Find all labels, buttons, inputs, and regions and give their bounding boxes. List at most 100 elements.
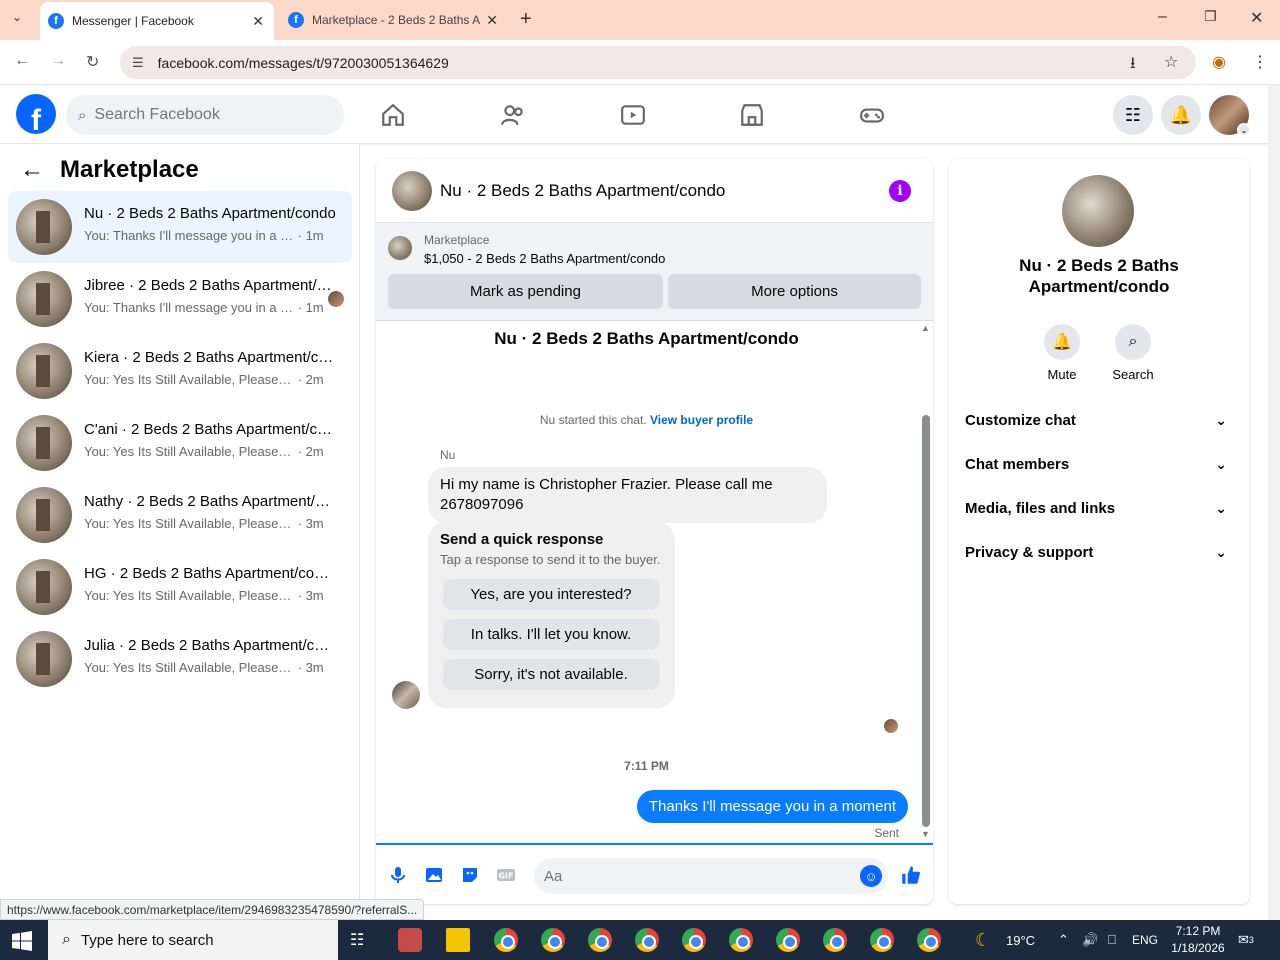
search-action[interactable]: ⌕ Search <box>1103 324 1163 382</box>
emoji-icon[interactable]: ☺ <box>860 865 882 887</box>
friends-icon[interactable] <box>500 102 526 128</box>
close-window-icon[interactable]: ✕ <box>1250 8 1263 28</box>
bookmark-star-icon[interactable]: ☆ <box>1164 52 1178 72</box>
listing-thumbnail[interactable] <box>388 236 412 260</box>
taskbar-search-box[interactable]: ⌕ Type here to search <box>48 920 338 960</box>
back-arrow-icon[interactable]: ← <box>20 156 44 184</box>
scroll-down-icon[interactable]: ▼ <box>921 829 930 839</box>
chrome-app-icon[interactable] <box>729 928 753 952</box>
weather-moon-icon[interactable]: ☾ <box>975 920 991 960</box>
facebook-search-input[interactable] <box>94 106 315 124</box>
scroll-up-icon[interactable]: ▲ <box>921 323 930 333</box>
task-view-icon[interactable]: ☷ <box>350 920 364 960</box>
minimize-icon[interactable]: – <box>1158 8 1167 26</box>
more-options-button[interactable]: More options <box>668 274 921 309</box>
windows-start-icon[interactable] <box>12 931 32 951</box>
conversation-item[interactable]: Nathy · 2 Beds 2 Baths Apartment/condo Yo… <box>8 479 352 551</box>
chrome-app-icon[interactable] <box>870 928 894 952</box>
sender-name: Nu <box>440 448 456 462</box>
forward-arrow-icon[interactable]: → <box>50 52 66 70</box>
marketplace-icon[interactable] <box>739 102 765 128</box>
mute-action[interactable]: 🔔 Mute <box>1032 324 1092 382</box>
conversation-name: Nu · 2 Beds 2 Baths Apartment/condo <box>84 205 336 222</box>
conversation-item[interactable]: Julia · 2 Beds 2 Baths Apartment/condo Yo… <box>8 623 352 695</box>
customize-chat-row[interactable]: Customize chat ⌄ <box>965 402 1233 438</box>
conversation-item[interactable]: C'ani · 2 Beds 2 Baths Apartment/condo Yo… <box>8 407 352 479</box>
omnibox[interactable]: ☰ facebook.com/messages/t/97200300513646… <box>120 46 1196 79</box>
conversation-item[interactable]: Kiera · 2 Beds 2 Baths Apartment/condo Yo… <box>8 335 352 407</box>
gif-icon[interactable]: GIF <box>496 865 516 885</box>
tab-messenger[interactable]: f Messenger | Facebook ✕ <box>40 2 274 40</box>
new-tab-plus-icon[interactable]: + <box>520 8 532 31</box>
gaming-icon[interactable] <box>859 102 885 128</box>
info-icon[interactable]: i <box>889 180 911 202</box>
facebook-logo-icon[interactable]: f <box>16 94 56 134</box>
conversation-item[interactable]: HG · 2 Beds 2 Baths Apartment/condo You: … <box>8 551 352 623</box>
conversation-item[interactable]: Nu · 2 Beds 2 Baths Apartment/condo You: … <box>8 191 352 263</box>
paint-app-icon[interactable] <box>398 928 422 952</box>
site-info-icon[interactable]: ☰ <box>132 55 144 71</box>
buyer-avatar[interactable] <box>392 681 420 709</box>
details-avatar[interactable] <box>1062 175 1134 247</box>
quick-reply-interested[interactable]: Yes, are you interested? <box>443 579 659 610</box>
sticker-icon[interactable] <box>460 865 480 885</box>
temperature[interactable]: 19°C <box>1006 920 1035 960</box>
message-input-box[interactable]: ☺ <box>534 858 888 894</box>
back-arrow-icon[interactable]: ← <box>14 52 30 70</box>
chrome-app-icon[interactable] <box>635 928 659 952</box>
video-icon[interactable] <box>620 102 646 128</box>
language-indicator[interactable]: ENG <box>1132 920 1158 960</box>
chat-header: Nu · 2 Beds 2 Baths Apartment/condo i <box>376 159 933 223</box>
chrome-app-icon[interactable] <box>494 928 518 952</box>
home-icon[interactable] <box>380 102 406 128</box>
quick-reply-in-talks[interactable]: In talks. I'll let you know. <box>443 619 659 650</box>
install-app-icon[interactable]: ⭳ <box>1130 52 1136 79</box>
tab-close-icon[interactable]: ✕ <box>486 12 498 29</box>
thread-scrollbar[interactable]: ▲ ▼ <box>919 321 933 841</box>
conversation-item[interactable]: Jibree · 2 Beds 2 Baths Apartment/condo Y… <box>8 263 352 335</box>
chrome-app-icon[interactable] <box>541 928 565 952</box>
tab-search-chevron-icon[interactable]: ⌄ <box>12 10 22 24</box>
facebook-search-box[interactable]: ⌕ <box>66 95 344 135</box>
account-avatar[interactable]: ⌄ <box>1209 95 1251 137</box>
profile-icon[interactable]: ◉ <box>1212 52 1226 72</box>
restore-icon[interactable]: ❐ <box>1204 8 1217 25</box>
menu-grid-icon[interactable]: ☷ <box>1113 95 1153 135</box>
tab-close-icon[interactable]: ✕ <box>252 13 264 30</box>
photo-icon[interactable] <box>424 865 444 885</box>
notifications-bell-icon[interactable]: 🔔 <box>1161 95 1201 135</box>
notification-center-icon[interactable]: ✉ 3 <box>1238 920 1254 960</box>
tray-chevron-up-icon[interactable]: ⌃ <box>1058 920 1069 960</box>
microphone-icon[interactable] <box>388 865 408 885</box>
network-icon[interactable]: ⎕ <box>1108 920 1116 960</box>
chrome-app-icon[interactable] <box>917 928 941 952</box>
sticky-notes-icon[interactable] <box>446 928 470 952</box>
chrome-app-icon[interactable] <box>588 928 612 952</box>
taskbar-clock[interactable]: 7:12 PM 1/18/2026 <box>1168 923 1228 957</box>
search-icon[interactable]: ⌕ <box>1115 324 1151 360</box>
chat-members-row[interactable]: Chat members ⌄ <box>965 446 1233 482</box>
listing-price-title[interactable]: $1,050 - 2 Beds 2 Baths Apartment/condo <box>424 251 665 266</box>
thumbs-up-icon[interactable] <box>900 864 922 886</box>
bell-icon[interactable]: 🔔 <box>1044 324 1080 360</box>
chrome-app-icon[interactable] <box>823 928 847 952</box>
chat-title[interactable]: Nu · 2 Beds 2 Baths Apartment/condo <box>440 181 725 201</box>
chrome-app-icon[interactable] <box>776 928 800 952</box>
chrome-app-icon[interactable] <box>682 928 706 952</box>
privacy-support-row[interactable]: Privacy & support ⌄ <box>965 534 1233 570</box>
browser-menu-icon[interactable]: ⋮ <box>1252 52 1268 72</box>
message-input[interactable] <box>544 867 844 885</box>
quick-reply-not-available[interactable]: Sorry, it's not available. <box>443 659 659 690</box>
reload-icon[interactable]: ↻ <box>86 52 99 72</box>
volume-icon[interactable]: 🔊 <box>1082 920 1098 960</box>
view-buyer-profile-link[interactable]: View buyer profile <box>650 413 753 427</box>
page-scrollbar[interactable] <box>1268 85 1280 920</box>
mark-as-pending-button[interactable]: Mark as pending <box>388 274 663 309</box>
conversation-thumbnail <box>16 487 72 543</box>
media-files-links-row[interactable]: Media, files and links ⌄ <box>965 490 1233 526</box>
tab-marketplace[interactable]: f Marketplace - 2 Beds 2 Baths A ✕ <box>280 0 508 40</box>
scrollbar-thumb[interactable] <box>922 415 930 827</box>
message-composer: GIF ☺ <box>376 843 933 904</box>
chat-avatar[interactable] <box>392 171 432 211</box>
url-text[interactable]: facebook.com/messages/t/9720030051364629 <box>158 55 449 71</box>
